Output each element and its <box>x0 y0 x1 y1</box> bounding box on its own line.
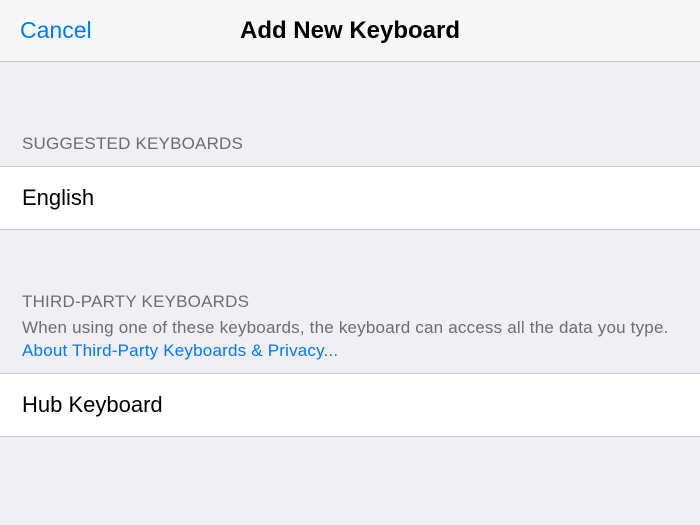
section-header-thirdparty-description: When using one of these keyboards, the k… <box>22 318 669 337</box>
privacy-link[interactable]: About Third-Party Keyboards & Privacy... <box>22 341 338 360</box>
section-header-suggested: Suggested Keyboards <box>0 62 700 166</box>
cancel-button[interactable]: Cancel <box>20 17 92 44</box>
navigation-bar: Cancel Add New Keyboard <box>0 0 700 62</box>
section-header-thirdparty-title: Third-Party Keyboards <box>22 290 678 314</box>
section-header-thirdparty: Third-Party Keyboards When using one of … <box>0 230 700 373</box>
keyboard-row-english[interactable]: English <box>0 166 700 230</box>
page-title: Add New Keyboard <box>240 17 460 45</box>
keyboard-row-hub[interactable]: Hub Keyboard <box>0 373 700 437</box>
